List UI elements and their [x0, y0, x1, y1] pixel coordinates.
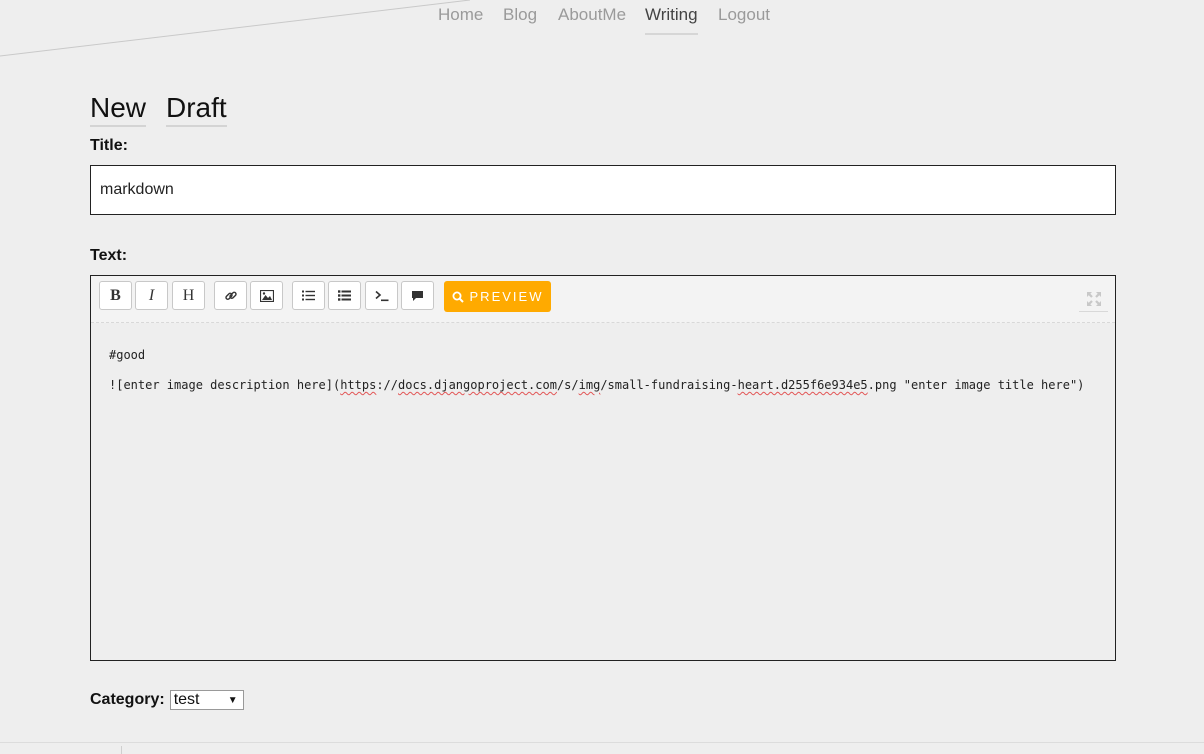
- tab-new[interactable]: New: [90, 93, 147, 127]
- fullscreen-icon: [1086, 291, 1101, 306]
- tab-draft[interactable]: Draft: [166, 93, 227, 127]
- search-icon: [452, 291, 464, 303]
- spell-error: heart.d255f6e934e5: [737, 378, 868, 392]
- spell-error: https: [340, 378, 377, 392]
- image-button[interactable]: [250, 281, 283, 310]
- top-nav: Home Blog AboutMe Writing Logout: [0, 5, 1204, 37]
- editor-line: ![enter image description here](https://…: [109, 377, 1097, 393]
- nav-aboutme[interactable]: AboutMe: [558, 5, 626, 33]
- quote-button[interactable]: [401, 281, 434, 310]
- footer-tick: [121, 746, 122, 754]
- spell-error: img: [578, 378, 601, 392]
- editor-text: "enter image title here"): [896, 378, 1085, 392]
- link-button[interactable]: [214, 281, 247, 310]
- editor-text: /s/: [556, 378, 579, 392]
- footer-divider: [0, 742, 1204, 743]
- category-row: Category: test ▼: [90, 690, 244, 710]
- link-icon: [224, 291, 237, 300]
- bold-icon: B: [110, 286, 121, 304]
- text-label: Text:: [90, 247, 128, 264]
- preview-label: PREVIEW: [469, 289, 544, 304]
- editor-text: .png: [867, 378, 897, 392]
- heading-button[interactable]: H: [172, 281, 205, 310]
- editor-text: ://: [376, 378, 398, 392]
- editor-text: /small-fundraising-: [600, 378, 738, 392]
- nav-logout[interactable]: Logout: [718, 5, 770, 33]
- title-label: Title:: [90, 137, 128, 154]
- spell-error: docs.djangoproject.com: [398, 378, 557, 392]
- nav-blog[interactable]: Blog: [503, 5, 537, 33]
- category-select[interactable]: test ▼: [169, 690, 244, 710]
- fullscreen-button[interactable]: [1079, 286, 1108, 312]
- title-input[interactable]: markdown: [90, 165, 1116, 215]
- editor-line: #good: [109, 348, 146, 362]
- italic-button[interactable]: I: [135, 281, 168, 310]
- quote-icon: [412, 290, 423, 301]
- nav-home[interactable]: Home: [438, 5, 483, 33]
- bold-button[interactable]: B: [99, 281, 132, 310]
- ordered-list-icon: [338, 290, 351, 301]
- code-button[interactable]: [365, 281, 398, 310]
- editor-textarea[interactable]: #good ![enter image description here](ht…: [91, 324, 1115, 660]
- heading-icon: H: [182, 286, 195, 304]
- category-value: test: [173, 691, 200, 708]
- nav-writing[interactable]: Writing: [645, 5, 698, 35]
- category-label: Category:: [90, 691, 165, 708]
- ordered-list-button[interactable]: [328, 281, 361, 310]
- editor-toolbar: B I H PREVIEW: [91, 276, 1115, 323]
- unordered-list-icon: [302, 290, 315, 301]
- image-icon: [259, 289, 274, 302]
- markdown-editor: B I H PREVIEW #good ![enter image descri…: [90, 275, 1116, 661]
- dropdown-arrow-icon: ▼: [227, 695, 238, 706]
- editor-text: ![enter image description here](: [109, 378, 341, 392]
- italic-icon: I: [148, 286, 155, 304]
- unordered-list-button[interactable]: [292, 281, 325, 310]
- code-icon: [374, 290, 388, 301]
- preview-button[interactable]: PREVIEW: [444, 281, 551, 312]
